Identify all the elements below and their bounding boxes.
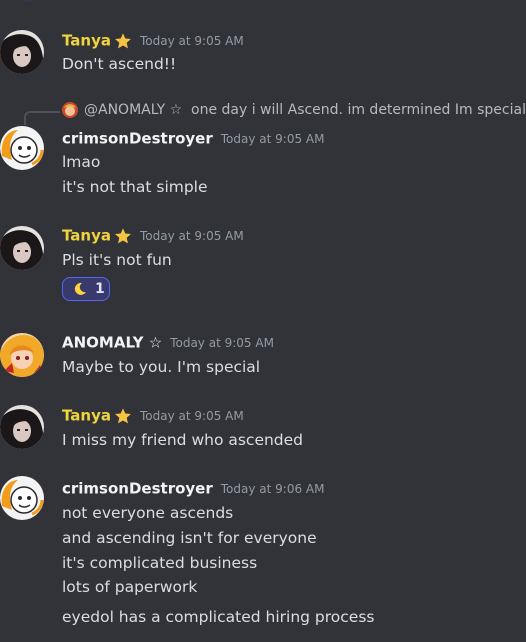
reply-preview[interactable]: @ANOMALY ☆ one day i will Ascend. im det…: [0, 100, 526, 125]
timestamp[interactable]: Today at 9:05 AM: [140, 229, 244, 243]
message-text: not everyone ascends: [62, 504, 234, 522]
message-header: ANOMALY ☆ Today at 9:05 AM: [62, 332, 274, 352]
message-text: it's complicated business: [62, 554, 258, 572]
timestamp[interactable]: Today at 9:06 AM: [221, 482, 325, 496]
username[interactable]: Tanya: [62, 32, 111, 50]
avatar[interactable]: [0, 226, 44, 270]
avatar[interactable]: [0, 30, 44, 74]
reply-text[interactable]: one day i will Ascend. im determined Im …: [191, 100, 526, 120]
reply-connector: [24, 111, 60, 125]
avatar[interactable]: [0, 476, 44, 520]
username[interactable]: Tanya: [62, 407, 111, 425]
reaction-count: 1: [95, 281, 105, 297]
message-text: Pls it's not fun: [62, 251, 172, 269]
timestamp[interactable]: Today at 9:05 AM: [170, 336, 274, 350]
timestamp[interactable]: Today at 9:05 AM: [140, 34, 244, 48]
username[interactable]: ANOMALY ☆: [62, 334, 162, 352]
message-text: lots of paperwork: [62, 578, 198, 596]
message-text: eyedol has a complicated hiring process: [62, 608, 375, 626]
message-header: crimsonDestroyer Today at 9:05 AM: [62, 128, 324, 148]
timestamp[interactable]: Today at 9:05 AM: [140, 409, 244, 423]
star-icon: [115, 227, 131, 243]
message-header: Tanya Today at 9:05 AM: [62, 225, 244, 245]
message-text: I miss my friend who ascended: [62, 431, 304, 449]
message-text: it's not that simple: [62, 178, 208, 196]
star-icon: [115, 407, 131, 423]
message-text: Maybe to you. I'm special: [62, 358, 261, 376]
chat-message-list: Tanya Today at 9:05 AM Don't ascend!! @AN…: [0, 0, 526, 642]
message-header: crimsonDestroyer Today at 9:06 AM: [62, 478, 324, 498]
message-text: and ascending isn't for everyone: [62, 529, 317, 547]
username[interactable]: Tanya: [62, 227, 111, 245]
username[interactable]: crimsonDestroyer: [62, 130, 213, 148]
avatar[interactable]: [0, 405, 44, 449]
message-text: Don't ascend!!: [62, 55, 177, 73]
star-icon: [115, 32, 131, 48]
avatar[interactable]: [0, 333, 44, 377]
timestamp[interactable]: Today at 9:05 AM: [221, 132, 325, 146]
reaction-button[interactable]: 1: [62, 277, 110, 301]
previous-avatar-edge: [20, 0, 38, 2]
reply-avatar: [62, 102, 78, 118]
avatar[interactable]: [0, 126, 44, 170]
moon-icon: [74, 282, 86, 295]
message-header: Tanya Today at 9:05 AM: [62, 30, 244, 50]
reply-username[interactable]: @ANOMALY ☆: [84, 100, 182, 120]
message-header: Tanya Today at 9:05 AM: [62, 405, 244, 425]
username[interactable]: crimsonDestroyer: [62, 480, 213, 498]
message-text: lmao: [62, 153, 101, 171]
